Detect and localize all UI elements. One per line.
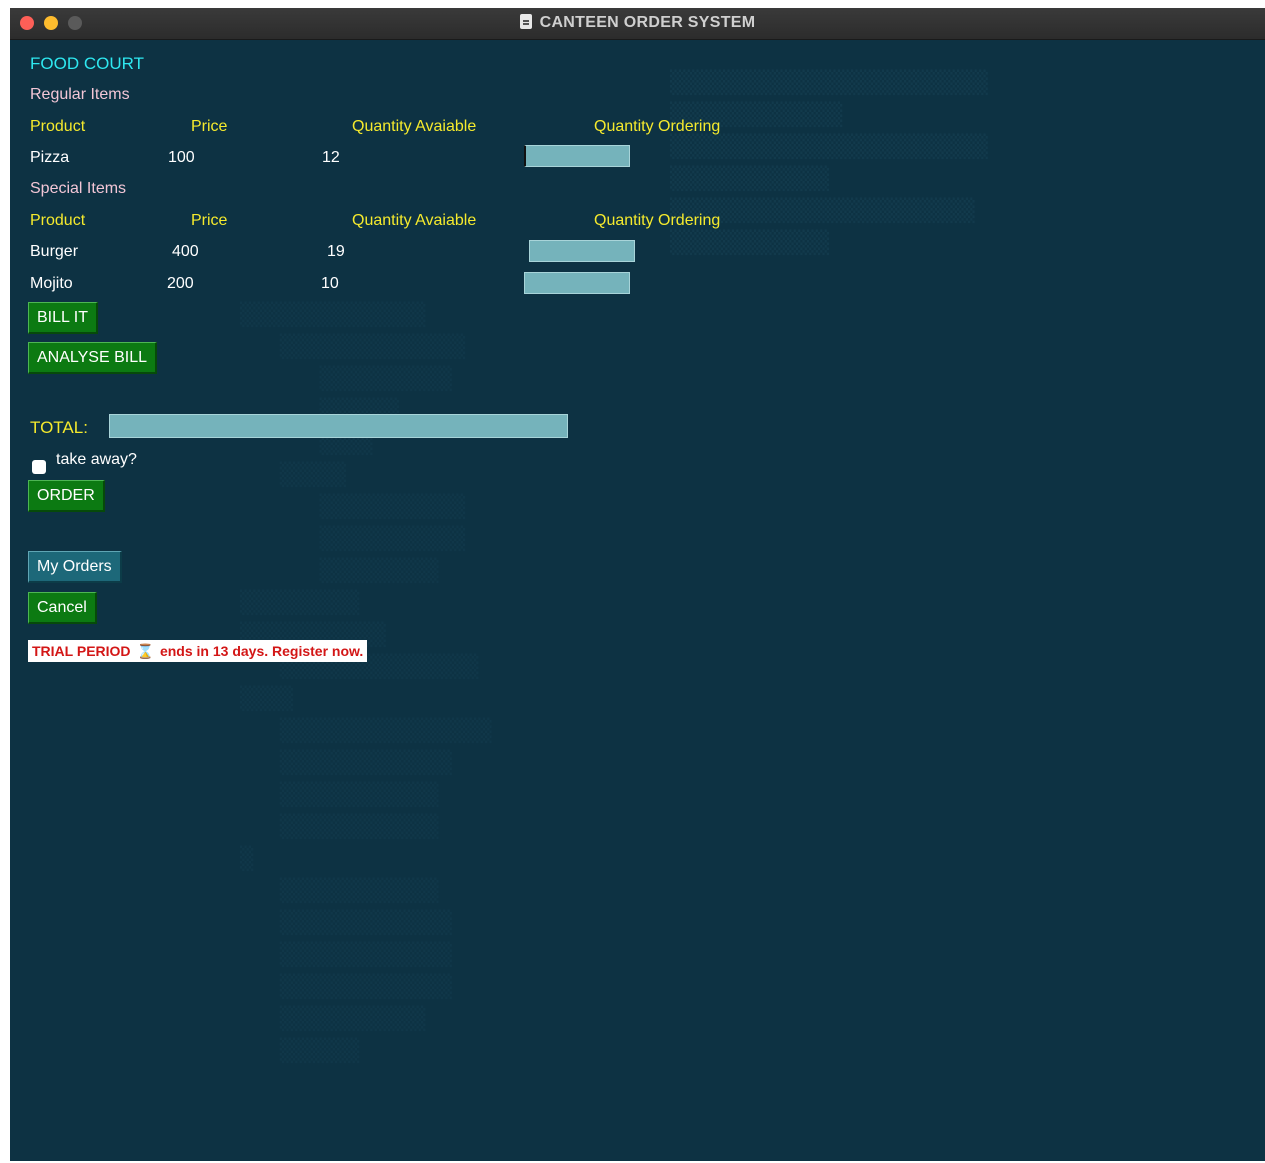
title-bar[interactable]: CANTEEN ORDER SYSTEM <box>10 8 1265 40</box>
order-button[interactable]: ORDER <box>28 480 105 512</box>
window-title: CANTEEN ORDER SYSTEM <box>539 14 756 31</box>
pizza-product: Pizza <box>30 149 70 166</box>
burger-price: 400 <box>172 243 199 260</box>
bill-it-button[interactable]: BILL IT <box>28 302 98 334</box>
regular-items-label: Regular Items <box>30 86 130 103</box>
special-header-ordering: Quantity Ordering <box>594 212 721 229</box>
pizza-available: 12 <box>322 149 340 166</box>
burger-available: 19 <box>327 243 345 260</box>
analyse-bill-button[interactable]: ANALYSE BILL <box>28 342 157 374</box>
special-header-product: Product <box>30 212 86 229</box>
regular-header-ordering: Quantity Ordering <box>594 118 721 135</box>
trial-period-banner[interactable]: TRIAL PERIOD ⌛ ends in 13 days. Register n… <box>28 640 368 662</box>
special-header-available: Quantity Avaiable <box>352 212 477 229</box>
mojito-quantity-input[interactable] <box>524 272 630 294</box>
trial-period-suffix: ends in 13 days. Register now. <box>159 643 364 659</box>
mojito-product: Mojito <box>30 275 73 292</box>
total-label: TOTAL: <box>30 418 88 437</box>
regular-header-available: Quantity Avaiable <box>352 118 477 135</box>
mojito-price: 200 <box>167 275 194 292</box>
background-texture-right: ▒▒▒▒▒▒▒▒▒▒▒▒▒▒▒▒▒▒▒▒▒▒▒▒ ▒▒▒▒▒▒▒▒▒▒▒▒▒ ▒… <box>670 71 988 256</box>
regular-header-product: Product <box>30 118 86 135</box>
trial-period-prefix: TRIAL PERIOD <box>32 643 131 659</box>
app-window: CANTEEN ORDER SYSTEM ▒▒▒▒▒▒▒▒▒▒▒▒▒▒▒▒▒▒▒… <box>10 8 1265 1161</box>
pizza-price: 100 <box>168 149 195 166</box>
food-court-heading: FOOD COURT <box>30 54 144 73</box>
mojito-available: 10 <box>321 275 339 292</box>
burger-quantity-input[interactable] <box>529 240 635 262</box>
hourglass-icon: ⌛ <box>136 643 154 659</box>
take-away-checkbox[interactable] <box>32 460 46 474</box>
special-header-price: Price <box>191 212 228 229</box>
special-items-label: Special Items <box>30 180 127 197</box>
main-content: ▒▒▒▒▒▒▒▒▒▒▒▒▒▒▒▒▒▒▒▒▒▒▒▒ ▒▒▒▒▒▒▒▒▒▒▒▒▒ ▒… <box>10 40 1265 1161</box>
regular-header-price: Price <box>191 118 228 135</box>
my-orders-button[interactable]: My Orders <box>28 551 122 583</box>
take-away-label: take away? <box>56 451 137 468</box>
cancel-button[interactable]: Cancel <box>28 592 97 624</box>
burger-product: Burger <box>30 243 79 260</box>
total-field[interactable] <box>109 414 568 438</box>
window-title-wrap: CANTEEN ORDER SYSTEM <box>10 14 1265 32</box>
pizza-quantity-input[interactable] <box>524 145 630 167</box>
document-icon <box>519 14 532 29</box>
